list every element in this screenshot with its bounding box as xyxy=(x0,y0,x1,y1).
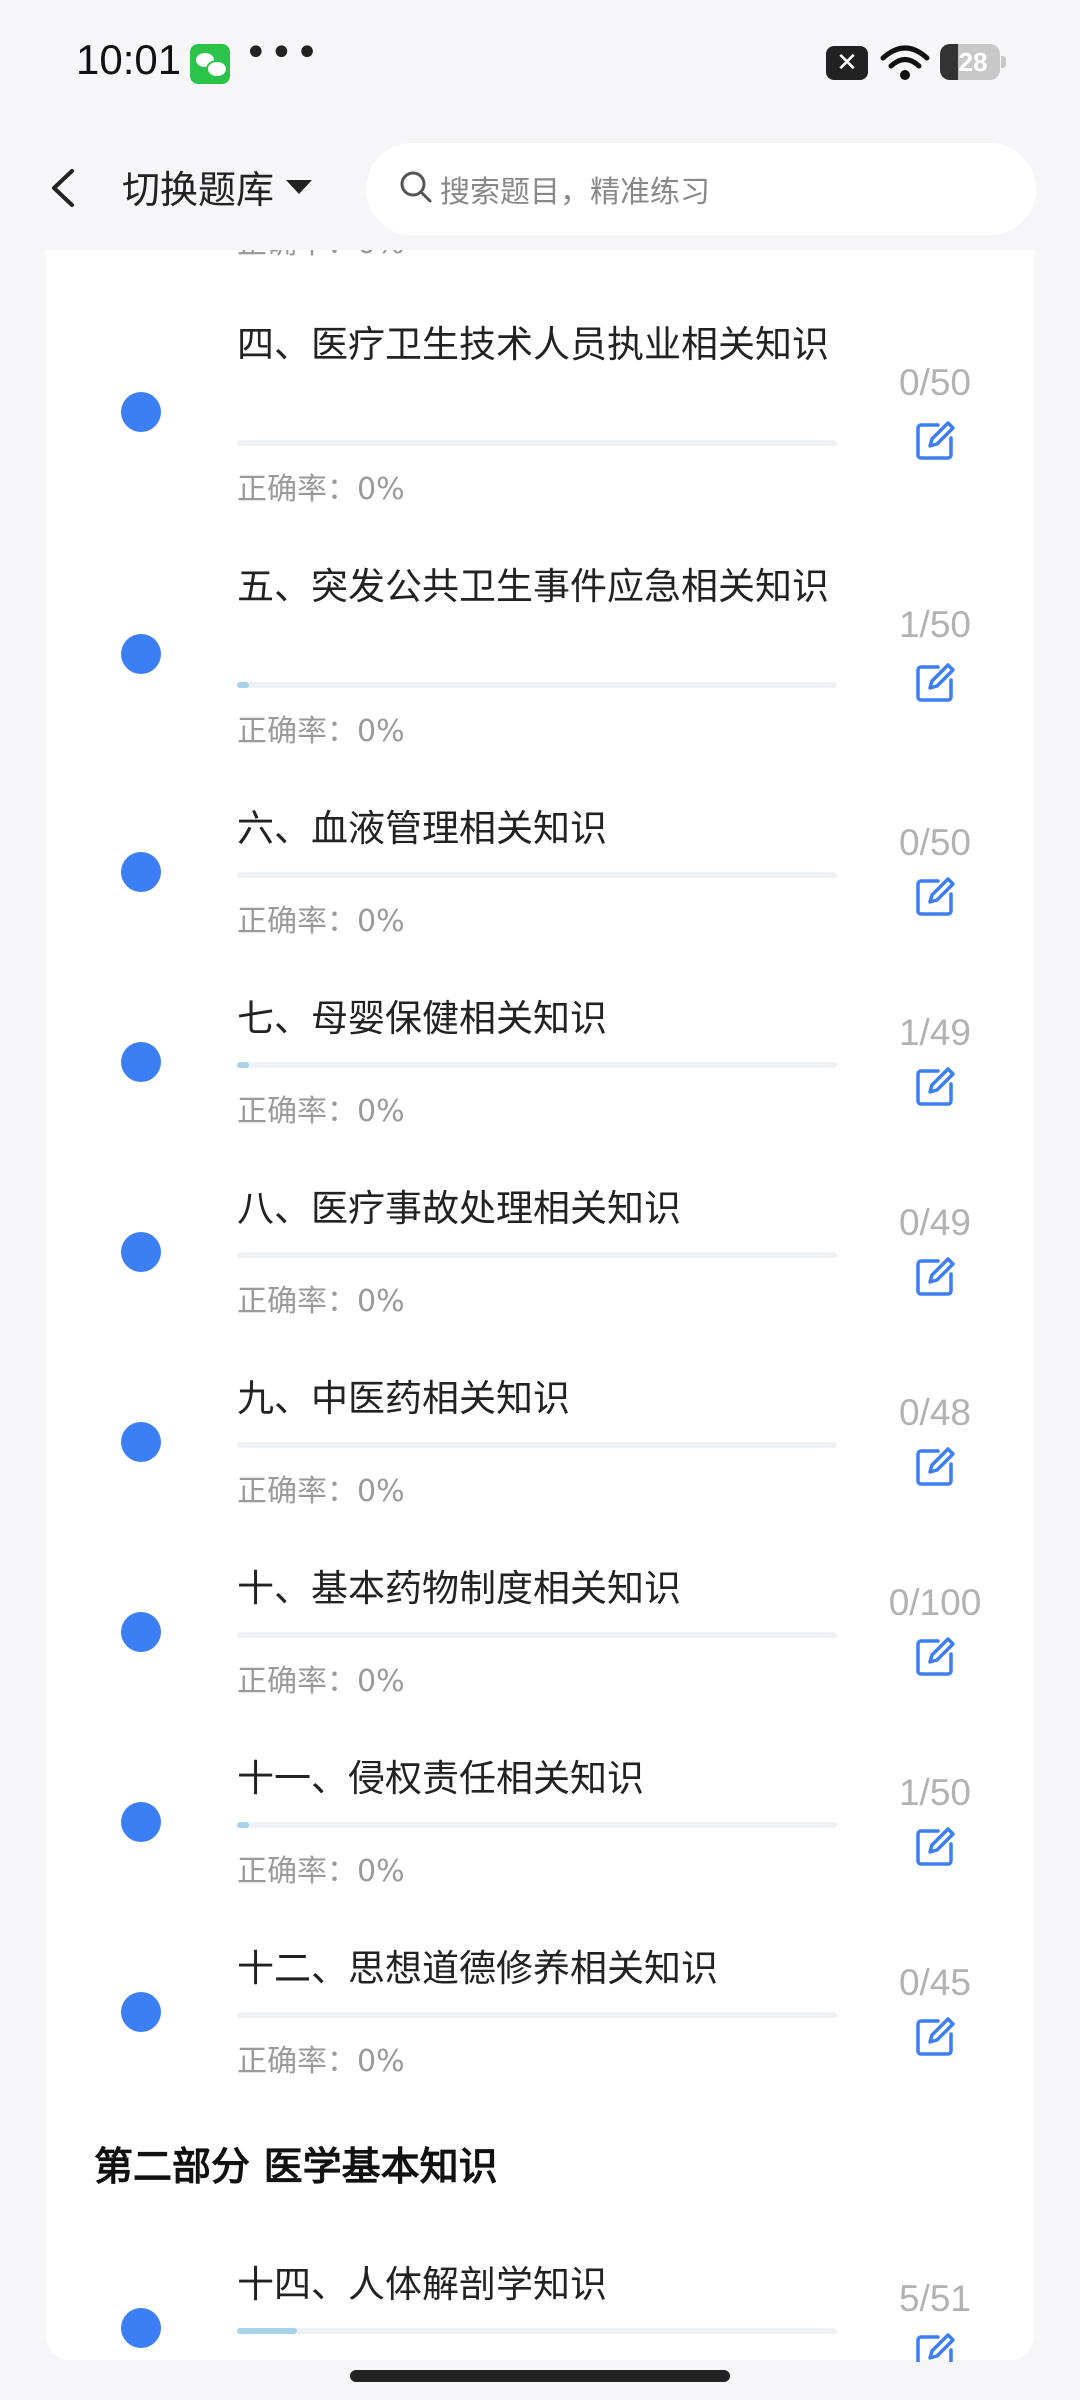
topic-item-12[interactable]: 十二、思想道德修养相关知识 正确率：0% 0/45 xyxy=(0,1936,1080,2116)
progress-bar xyxy=(237,682,837,688)
status-dot xyxy=(121,1612,161,1652)
accuracy-label: 正确率：0% xyxy=(237,1284,405,1319)
topic-title: 十四、人体解剖学知识 xyxy=(237,2263,607,2306)
accuracy-label: 正确率：0% xyxy=(237,1094,405,1129)
progress-bar xyxy=(237,1062,837,1068)
wifi-icon xyxy=(880,45,930,80)
topic-title: 十、基本药物制度相关知识 xyxy=(237,1567,681,1610)
switch-label: 切换题库 xyxy=(122,168,275,212)
topic-count: 1/50 xyxy=(898,604,971,645)
topic-count: 0/50 xyxy=(898,822,971,863)
status-dot xyxy=(121,1992,161,2032)
status-dot xyxy=(121,392,161,432)
topic-item-6[interactable]: 六、血液管理相关知识 正确率：0% 0/50 xyxy=(0,796,1080,976)
home-indicator[interactable] xyxy=(350,2370,730,2382)
edit-icon[interactable] xyxy=(914,1636,956,1678)
search-placeholder: 搜索题目，精准练习 xyxy=(440,175,710,210)
edit-icon[interactable] xyxy=(914,1446,956,1488)
topic-title: 十一、侵权责任相关知识 xyxy=(237,1757,644,1800)
topic-item-7[interactable]: 七、母婴保健相关知识 正确率：0% 1/49 xyxy=(0,986,1080,1166)
progress-bar xyxy=(237,1442,837,1448)
topic-count: 1/50 xyxy=(898,1772,971,1813)
search-icon xyxy=(400,171,432,203)
switch-question-bank-dropdown[interactable]: 切换题库 xyxy=(122,159,313,214)
topic-title: 七、母婴保健相关知识 xyxy=(237,997,607,1040)
topic-item-8[interactable]: 八、医疗事故处理相关知识 正确率：0% 0/49 xyxy=(0,1176,1080,1356)
edit-icon[interactable] xyxy=(914,2016,956,2058)
topic-item-9[interactable]: 九、中医药相关知识 正确率：0% 0/48 xyxy=(0,1366,1080,1546)
status-dot xyxy=(121,2308,161,2348)
progress-bar xyxy=(237,1822,837,1828)
topic-count: 0/50 xyxy=(898,362,971,403)
accuracy-label: 正确率：0% xyxy=(237,1664,405,1699)
edit-icon[interactable] xyxy=(914,876,956,918)
topic-item-10[interactable]: 十、基本药物制度相关知识 正确率：0% 0/100 xyxy=(0,1556,1080,1736)
topic-title: 六、血液管理相关知识 xyxy=(237,807,607,850)
wechat-icon xyxy=(190,44,230,84)
topic-count: 1/49 xyxy=(898,1012,971,1053)
edit-icon[interactable] xyxy=(914,420,956,462)
status-dot xyxy=(121,1422,161,1462)
edit-icon[interactable] xyxy=(914,1256,956,1298)
status-dot xyxy=(121,852,161,892)
edit-icon[interactable] xyxy=(914,2332,956,2362)
accuracy-label: 正确率：0% xyxy=(237,1854,405,1889)
progress-bar xyxy=(237,1252,837,1258)
battery-level: 28 xyxy=(958,47,988,77)
status-dot xyxy=(121,1802,161,1842)
progress-bar xyxy=(237,2328,837,2334)
progress-bar xyxy=(237,2012,837,2018)
topic-title: 八、医疗事故处理相关知识 xyxy=(237,1187,681,1230)
accuracy-label: 正确率：0% xyxy=(237,472,405,507)
topic-count: 0/48 xyxy=(898,1392,971,1433)
back-arrow-icon[interactable] xyxy=(46,165,82,211)
edit-icon[interactable] xyxy=(914,1066,956,1108)
accuracy-label: 正确率：0% xyxy=(237,1474,405,1509)
status-dot xyxy=(121,634,161,674)
topic-item-4[interactable]: 四、医疗卫生技术人员执业相关知识 正确率：0% 0/50 xyxy=(0,312,1080,507)
edit-icon[interactable] xyxy=(914,662,956,704)
search-input[interactable]: 搜索题目，精准练习 xyxy=(366,143,1036,235)
accuracy-label: 正确率：0% xyxy=(237,714,405,749)
progress-bar xyxy=(237,1632,837,1638)
progress-bar xyxy=(237,872,837,878)
topic-item-14[interactable]: 十四、人体解剖学知识 5/51 xyxy=(0,2252,1080,2362)
section-title-text: 第二部分 医学基本知识 xyxy=(94,2145,498,2190)
edit-icon[interactable] xyxy=(914,1826,956,1868)
topic-item-11[interactable]: 十一、侵权责任相关知识 正确率：0% 1/50 xyxy=(0,1746,1080,1926)
close-notification-icon: ✕ xyxy=(826,46,868,80)
topic-title: 十二、思想道德修养相关知识 xyxy=(237,1947,718,1990)
topic-count: 0/100 xyxy=(888,1582,982,1623)
progress-bar xyxy=(237,440,837,446)
clock: 10:01 xyxy=(76,36,182,83)
more-dots-icon: ••• xyxy=(244,30,321,76)
status-dot xyxy=(121,1042,161,1082)
status-dot xyxy=(121,1232,161,1272)
caret-down-icon xyxy=(286,179,313,194)
topic-title: 五、突发公共卫生事件应急相关知识 xyxy=(237,565,829,608)
topic-count: 0/45 xyxy=(898,1962,971,2003)
topic-title: 九、中医药相关知识 xyxy=(237,1377,570,1420)
battery-icon: 28 xyxy=(940,44,1006,80)
accuracy-label: 正确率：0% xyxy=(237,2044,405,2079)
topic-count: 0/49 xyxy=(898,1202,971,1243)
topic-title: 四、医疗卫生技术人员执业相关知识 xyxy=(237,323,829,366)
status-bar: 10:01 ••• ✕ 28 xyxy=(0,0,1080,125)
accuracy-label: 正确率：0% xyxy=(237,904,405,939)
topic-count: 5/51 xyxy=(898,2278,971,2319)
section-title: 第二部分 医学基本知识 xyxy=(94,2136,498,2196)
top-app-bar: 切换题库 搜索题目，精准练习 xyxy=(0,125,1080,250)
topic-item-5[interactable]: 五、突发公共卫生事件应急相关知识 正确率：0% 1/50 xyxy=(0,554,1080,749)
